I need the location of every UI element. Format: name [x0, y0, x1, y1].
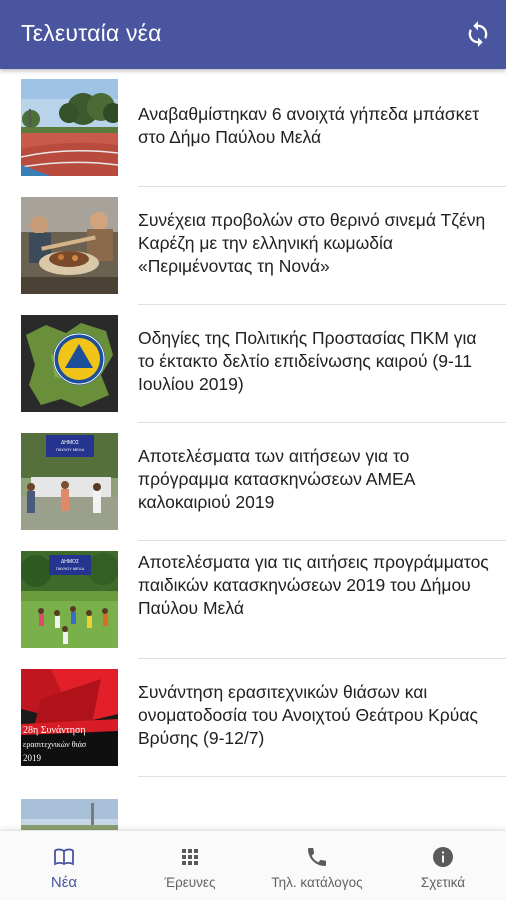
page-title: Τελευταία νέα — [21, 20, 162, 46]
news-item[interactable]: Συνέχεια προβολών στο θερινό σινεμά Τζέν… — [0, 187, 506, 305]
poster-text: 2019 — [23, 753, 42, 763]
news-list: Αναβαθμίστηκαν 6 ανοιχτά γήπεδα μπάσκετ … — [0, 69, 506, 830]
poster-text: ερασιτεχνικών θιάσ — [23, 740, 87, 749]
news-thumbnail: ΔΗΜΟΣ ΠΑΥΛΟΥ ΜΕΛΑ — [21, 551, 118, 648]
news-thumbnail: ΔΗΜΟΣ ΠΑΥΛΟΥ ΜΕΛΑ — [21, 433, 118, 530]
news-thumbnail — [21, 197, 118, 294]
news-item[interactable]: 28η Συνάντηση ερασιτεχνικών θιάσ 2019 Συ… — [0, 659, 506, 777]
news-item[interactable]: Οδηγίες της Πολιτικής Προστασίας ΠΚΜ για… — [0, 305, 506, 423]
nav-label: Τηλ. κατάλογος — [271, 875, 363, 890]
nav-label: Σχετικά — [420, 875, 466, 890]
info-icon — [433, 847, 453, 867]
news-thumbnail — [21, 79, 118, 176]
news-title: Αποτελέσματα των αιτήσεων για το πρόγραμ… — [138, 446, 415, 512]
sign-text: ΠΑΥΛΟΥ ΜΕΛΑ — [56, 566, 85, 571]
news-title: Οδηγίες της Πολιτικής Προστασίας ΠΚΜ για… — [138, 328, 477, 394]
poster-text: 28η Συνάντηση — [23, 725, 86, 736]
news-title: Αποτελέσματα για τις αιτήσεις προγράμματ… — [138, 552, 489, 618]
news-item[interactable]: ΔΗΜΟΣ ΠΑΥΛΟΥ ΜΕΛΑ Αποτελέσματα για τις α… — [0, 541, 506, 659]
nav-news[interactable]: Νέα — [14, 831, 114, 900]
nav-label: Νέα — [50, 874, 78, 891]
news-title: Αναβαθμίστηκαν 6 ανοιχτά γήπεδα μπάσκετ … — [138, 104, 480, 147]
news-thumbnail — [21, 315, 118, 412]
news-item[interactable]: Αναβαθμίστηκαν 6 ανοιχτά γήπεδα μπάσκετ … — [0, 69, 506, 187]
news-item[interactable] — [0, 777, 506, 830]
news-title: Συνάντηση ερασιτεχνικών θιάσων και ονομα… — [138, 682, 478, 748]
nav-surveys[interactable]: Έρευνες — [140, 831, 240, 900]
book-icon — [54, 848, 74, 866]
sign-text: ΠΑΥΛΟΥ ΜΕΛΑ — [56, 447, 85, 452]
nav-about[interactable]: Σχετικά — [396, 831, 490, 900]
refresh-icon[interactable] — [464, 20, 492, 48]
news-item[interactable]: ΔΗΜΟΣ ΠΑΥΛΟΥ ΜΕΛΑ Αποτελέσματα των αιτήσ… — [0, 423, 506, 541]
news-title: Συνέχεια προβολών στο θερινό σινεμά Τζέν… — [138, 210, 486, 276]
bottom-navigation: Νέα Έρευνες Τηλ. κατάλογος Σχετικά — [0, 830, 506, 900]
nav-phone-directory[interactable]: Τηλ. κατάλογος — [256, 831, 378, 900]
sign-text: ΔΗΜΟΣ — [61, 440, 79, 446]
grid-icon — [182, 849, 198, 865]
phone-icon — [308, 848, 326, 866]
news-thumbnail: 28η Συνάντηση ερασιτεχνικών θιάσ 2019 — [21, 669, 118, 766]
sign-text: ΔΗΜΟΣ — [61, 559, 79, 565]
nav-label: Έρευνες — [164, 875, 216, 890]
app-bar: Τελευταία νέα — [0, 0, 506, 69]
news-thumbnail — [21, 799, 118, 830]
